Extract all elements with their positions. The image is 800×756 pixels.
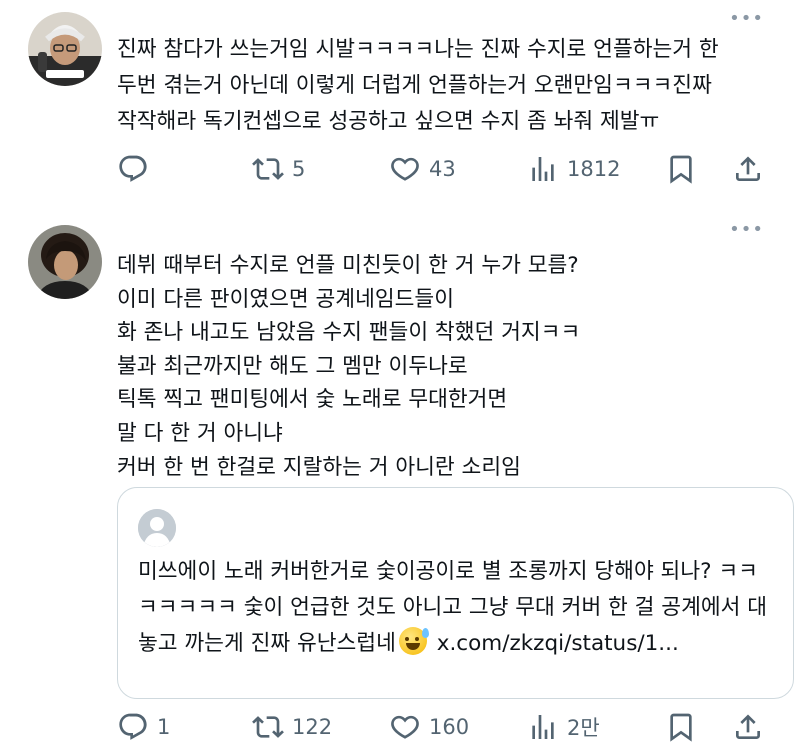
sweat-smile-emoji-icon (398, 627, 429, 655)
retweet-button[interactable]: 122 (252, 711, 332, 743)
reply-icon (119, 155, 147, 182)
reply-button[interactable] (117, 153, 157, 185)
bookmark-icon (670, 155, 692, 184)
share-button[interactable] (732, 711, 764, 743)
quoted-link[interactable]: x.com/zkzqi/status/1... (437, 631, 679, 656)
like-button[interactable]: 43 (389, 153, 456, 185)
views-count: 1812 (567, 157, 621, 181)
share-icon (736, 156, 760, 181)
retweet-count: 122 (292, 715, 333, 739)
tweet: ••• 진짜 참다가 쓰는거임 시발ㅋㅋㅋㅋ나는 진짜 수지로 언플하는거 한 … (0, 0, 800, 205)
action-bar: 5 43 1812 (117, 152, 762, 186)
quoted-avatar (138, 509, 176, 547)
like-count: 43 (429, 157, 456, 181)
bookmark-icon (670, 713, 692, 742)
avatar[interactable] (28, 12, 102, 86)
tweet-text: 진짜 참다가 쓰는거임 시발ㅋㅋㅋㅋ나는 진짜 수지로 언플하는거 한 두번 겪… (117, 37, 719, 134)
like-count: 160 (429, 715, 470, 739)
tweet-text: 데뷔 때부터 수지로 언플 미친듯이 한 거 누가 모름? 이미 다른 판이였으… (117, 253, 581, 480)
tweet: ••• 데뷔 때부터 수지로 언플 미친듯이 한 거 누가 모름? 이미 다른 … (0, 205, 800, 756)
retweet-button[interactable]: 5 (252, 153, 305, 185)
bookmark-button[interactable] (665, 153, 697, 185)
views-button[interactable]: 1812 (527, 153, 620, 185)
retweet-icon (252, 158, 284, 180)
action-bar: 1 122 160 2만 (117, 710, 762, 744)
retweet-count: 5 (292, 157, 306, 181)
views-button[interactable]: 2만 (527, 711, 600, 743)
avatar[interactable] (28, 225, 102, 299)
more-icon[interactable]: ••• (729, 10, 764, 28)
retweet-icon (252, 716, 284, 738)
share-button[interactable] (732, 153, 764, 185)
more-icon[interactable]: ••• (729, 221, 764, 239)
reply-count: 1 (157, 715, 171, 739)
reply-button[interactable]: 1 (117, 711, 170, 743)
share-icon (736, 714, 760, 739)
heart-icon (391, 715, 419, 739)
bookmark-button[interactable] (665, 711, 697, 743)
views-icon (532, 715, 554, 739)
quoted-text: 미쓰에이 노래 커버한거로 숯이공이로 별 조롱까지 당해야 되나? ㅋㅋㅋㅋㅋ… (138, 554, 775, 662)
reply-icon (119, 713, 147, 740)
views-icon (532, 157, 554, 181)
quoted-tweet[interactable]: 미쓰에이 노래 커버한거로 숯이공이로 별 조롱까지 당해야 되나? ㅋㅋㅋㅋㅋ… (117, 487, 794, 699)
like-button[interactable]: 160 (389, 711, 469, 743)
views-count: 2만 (567, 716, 600, 740)
heart-icon (391, 157, 419, 181)
